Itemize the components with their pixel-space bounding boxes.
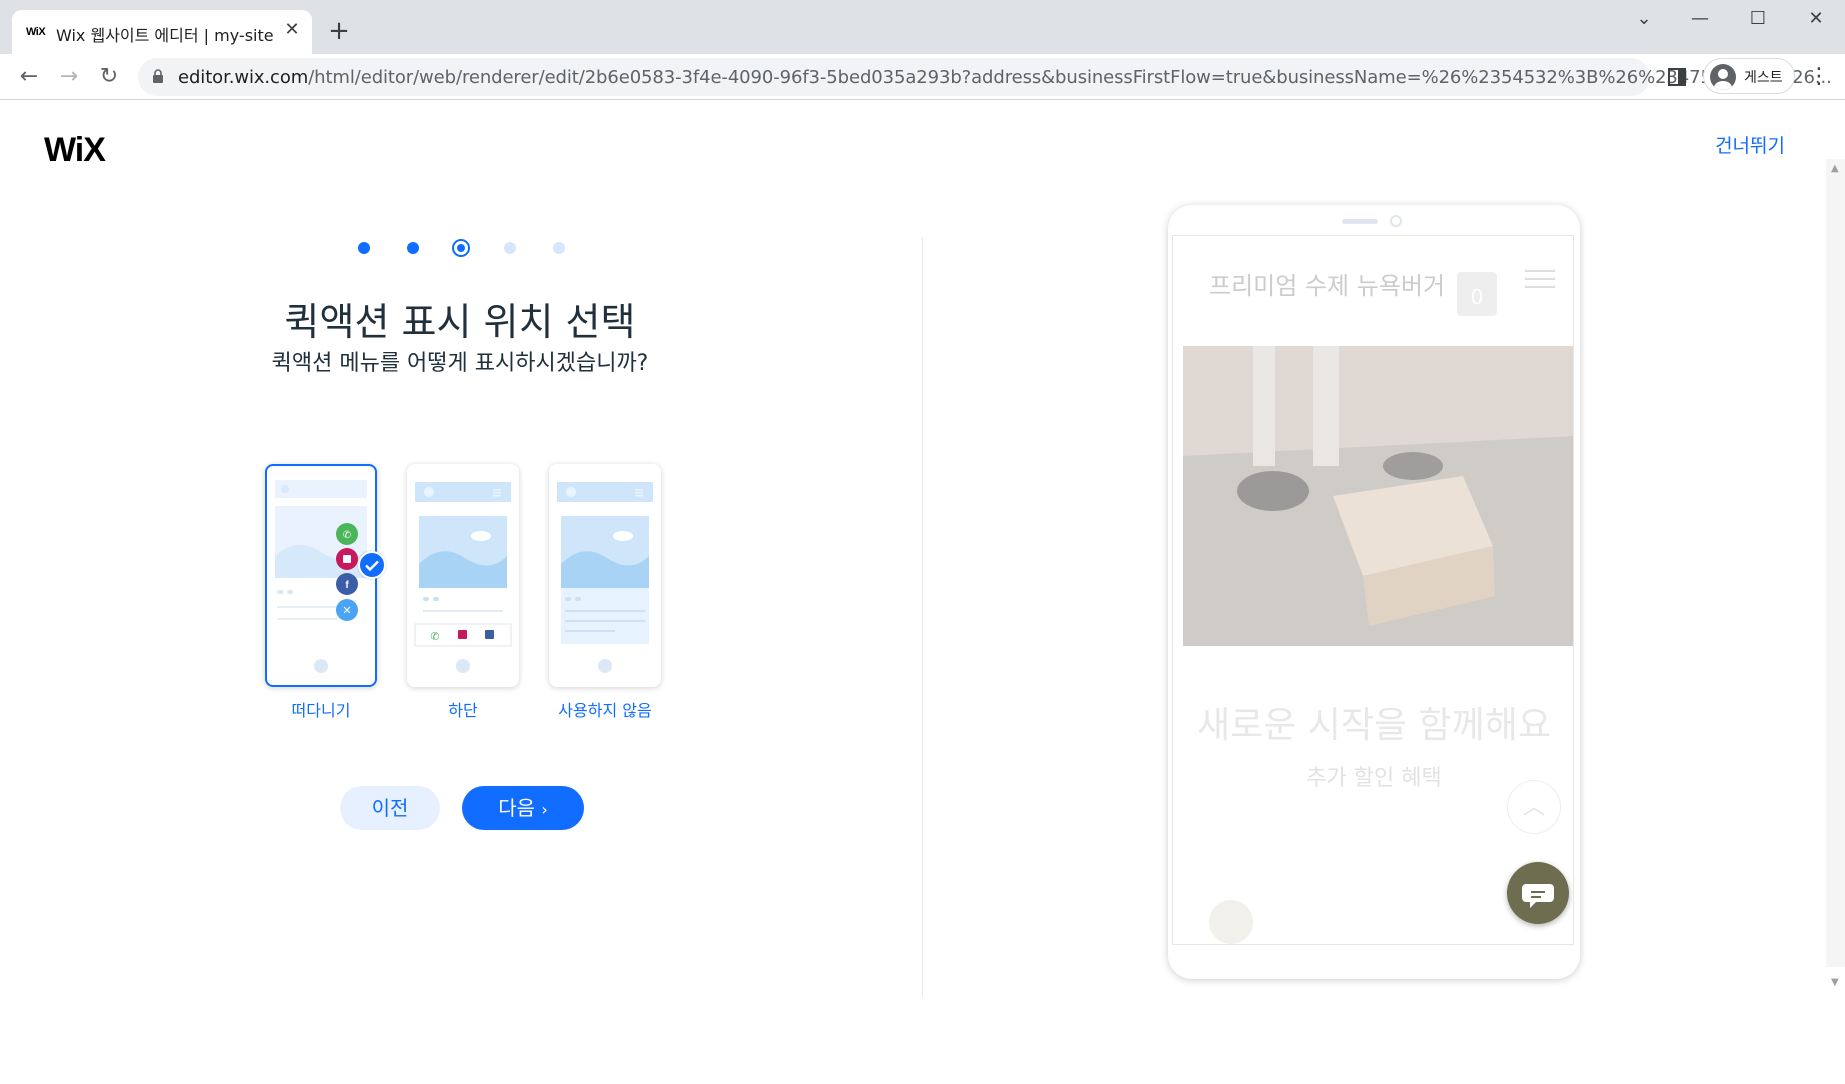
step-dot-5 xyxy=(553,242,565,254)
preview-screen: 프리미엄 수제 뉴욕버거 0 새로운 시작을 함께해요 추가 할인 혜택 ︿ xyxy=(1172,235,1574,945)
maximize-icon[interactable]: ☐ xyxy=(1738,8,1778,32)
wix-favicon-icon: WiX xyxy=(26,26,46,38)
preview-hero-image xyxy=(1183,346,1573,646)
browser-toolbar: ← → ↻ editor.wix.com/html/editor/web/ren… xyxy=(0,54,1845,100)
scroll-down-arrow-icon[interactable]: ▼ xyxy=(1831,977,1839,988)
scroll-up-arrow-icon[interactable]: ▲ xyxy=(1831,163,1839,174)
step-dot-4 xyxy=(504,242,516,254)
svg-text:✕: ✕ xyxy=(342,604,351,617)
step-indicator xyxy=(358,239,572,259)
option-floating-label[interactable]: 떠다니기 xyxy=(251,697,391,721)
preview-site-title: 프리미엄 수제 뉴욕버거 xyxy=(1209,272,1446,300)
wix-logo: WiX xyxy=(44,131,106,169)
url-text: editor.wix.com/html/editor/web/renderer/… xyxy=(178,67,1832,88)
profile-button[interactable]: 게스트 xyxy=(1703,58,1795,94)
step-dot-2 xyxy=(407,242,419,254)
profile-label: 게스트 xyxy=(1744,70,1783,86)
url-path: /html/editor/web/renderer/edit/2b6e0583-… xyxy=(308,67,1832,88)
phone-camera xyxy=(1390,215,1402,227)
page-title: 퀵액션 표시 위치 선택 xyxy=(284,300,636,344)
chevron-right-icon: › xyxy=(541,800,548,819)
next-label: 다음 xyxy=(498,796,536,820)
preview-avatar xyxy=(1209,900,1253,944)
cart-icon: 0 xyxy=(1457,272,1497,316)
selected-check-icon xyxy=(358,551,386,579)
forward-icon[interactable]: → xyxy=(54,62,84,92)
browser-tab[interactable]: WiX Wix 웹사이트 에디터 | my-site ✕ xyxy=(12,10,312,54)
window-close-icon[interactable]: ✕ xyxy=(1796,8,1836,32)
side-panel-icon[interactable] xyxy=(1668,68,1686,86)
floating-illustration: ✆ f ✕ xyxy=(275,480,367,673)
minimize-icon[interactable]: — xyxy=(1680,8,1720,32)
browser-tabstrip: WiX Wix 웹사이트 에디터 | my-site ✕ + ⌄ — ☐ ✕ xyxy=(0,0,1845,54)
option-none[interactable] xyxy=(549,464,661,687)
tab-title: Wix 웹사이트 에디터 | my-site xyxy=(56,26,274,45)
wizard-page: WiX 건너뛰기 퀵액션 표시 위치 선택 퀵액션 메뉴를 어떻게 표시하시겠습… xyxy=(0,101,1845,1084)
none-illustration xyxy=(557,482,653,673)
next-button[interactable]: 다음 › xyxy=(462,786,584,830)
option-none-label[interactable]: 사용하지 않음 xyxy=(535,697,675,721)
svg-text:✆: ✆ xyxy=(343,530,351,541)
divider xyxy=(922,237,923,997)
step-dot-3 xyxy=(452,239,470,257)
page-subtitle: 퀵액션 메뉴를 어떻게 표시하시겠습니까? xyxy=(271,351,649,376)
address-bar[interactable]: editor.wix.com/html/editor/web/renderer/… xyxy=(138,58,1832,96)
tab-search-icon[interactable]: ⌄ xyxy=(1624,8,1664,32)
step-dot-1 xyxy=(358,242,370,254)
svg-text:✆: ✆ xyxy=(430,630,439,643)
option-bottom-label[interactable]: 하단 xyxy=(393,697,533,721)
reload-icon[interactable]: ↻ xyxy=(94,62,124,92)
avatar-icon xyxy=(1710,64,1736,90)
scroll-up-icon: ︿ xyxy=(1507,780,1561,834)
new-tab-icon[interactable]: + xyxy=(326,18,352,44)
back-icon[interactable]: ← xyxy=(14,62,44,92)
close-tab-icon[interactable]: ✕ xyxy=(282,20,302,40)
chat-icon xyxy=(1507,862,1569,924)
menu-icon[interactable]: ⋮ xyxy=(1808,62,1830,92)
skip-link[interactable]: 건너뛰기 xyxy=(1715,131,1785,158)
preview-headline: 새로운 시작을 함께해요 xyxy=(1196,705,1552,746)
prev-button[interactable]: 이전 xyxy=(340,786,440,830)
phone-speaker xyxy=(1342,219,1378,224)
mobile-preview: 프리미엄 수제 뉴욕버거 0 새로운 시작을 함께해요 추가 할인 혜택 ︿ xyxy=(1168,205,1580,979)
hamburger-menu-icon xyxy=(1525,264,1555,294)
lock-icon xyxy=(153,69,163,83)
bottom-illustration: ✆ xyxy=(414,482,512,673)
url-host: editor.wix.com xyxy=(178,67,309,88)
page-scrollbar[interactable] xyxy=(1826,159,1845,967)
option-bottom[interactable]: ✆ xyxy=(407,464,519,687)
